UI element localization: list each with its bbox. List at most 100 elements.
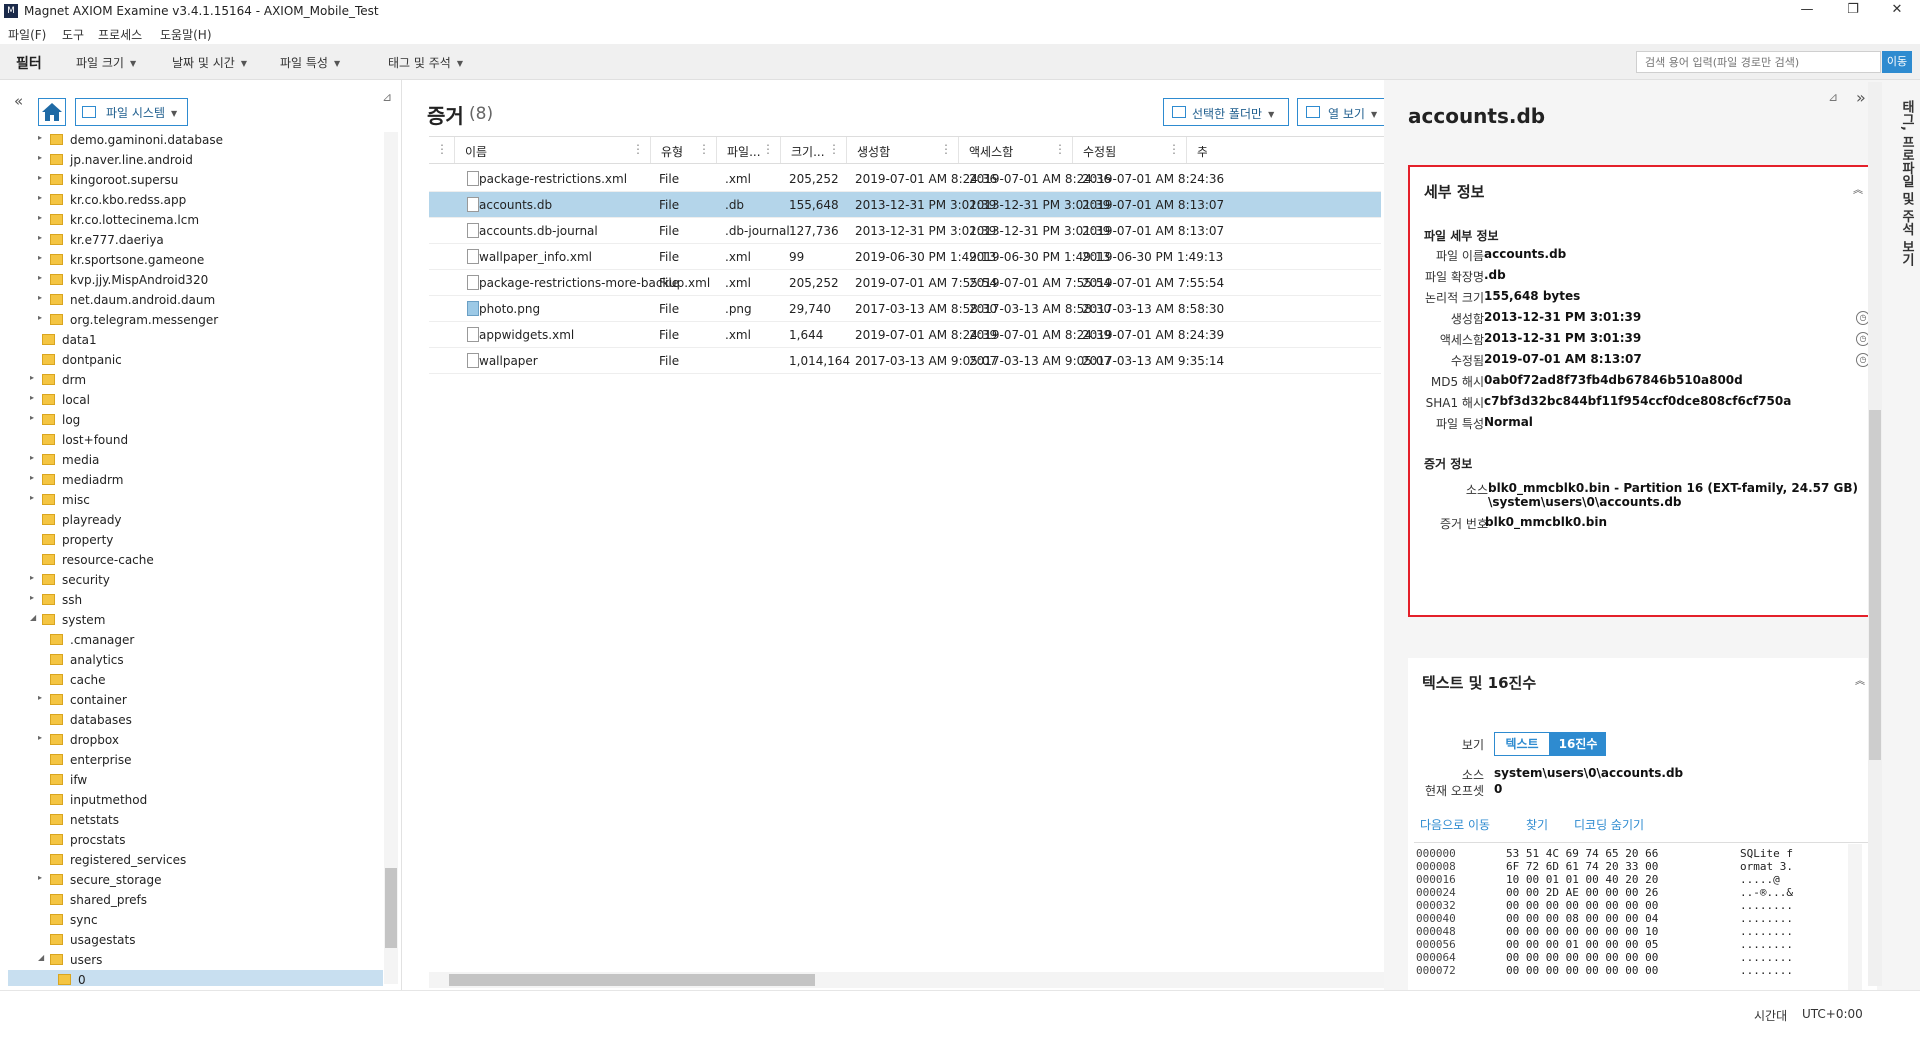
tree-item[interactable]: dontpanic (8, 350, 383, 370)
column-type[interactable]: 유형 ⋮ (651, 137, 717, 163)
tree-item[interactable]: ▸ dropbox (8, 730, 383, 750)
tree-item[interactable]: shared_prefs (8, 890, 383, 910)
tree-item[interactable]: analytics (8, 650, 383, 670)
tree-item[interactable]: databases (8, 710, 383, 730)
table-row[interactable]: appwidgets.xml File .xml 1,644 2019-07-01 AM… (429, 322, 1381, 348)
table-row[interactable]: package-restrictions.xml File .xml 205,252 2… (429, 166, 1381, 192)
search-go-button[interactable]: 이동 (1882, 51, 1912, 73)
table-scrollbar-thumb[interactable] (449, 974, 815, 986)
tree-item[interactable]: netstats (8, 810, 383, 830)
hex-view[interactable]: 000000 53 51 4C 69 74 65 20 66 SQLite f 000… (1414, 842, 1870, 990)
menu-file[interactable]: 파일(F) (8, 26, 46, 43)
tree-item[interactable]: data1 (8, 330, 383, 350)
expand-toggle-icon[interactable]: ▸ (38, 273, 42, 282)
tree-item[interactable]: ▸ kr.sportsone.gameone (8, 250, 383, 270)
home-button[interactable] (38, 98, 66, 126)
details-scrollbar-thumb[interactable] (1869, 410, 1881, 760)
column-accessed[interactable]: 액세스함 ⋮ (959, 137, 1073, 163)
expand-toggle-icon[interactable]: ▸ (30, 593, 34, 602)
tree-item[interactable]: ▸ jp.naver.line.android (8, 150, 383, 170)
tree-scrollbar[interactable] (384, 132, 398, 984)
minimize-button[interactable]: — (1784, 0, 1830, 22)
tree-item[interactable]: ▸ mediadrm (8, 470, 383, 490)
tree-item[interactable]: ▸ drm (8, 370, 383, 390)
expand-toggle-icon[interactable]: ▸ (30, 393, 34, 402)
tree-item[interactable]: ▸ security (8, 570, 383, 590)
tree-item[interactable]: ▸ local (8, 390, 383, 410)
tree-scrollbar-thumb[interactable] (385, 868, 397, 948)
column-size[interactable]: 크기... ⋮ (781, 137, 847, 163)
expand-toggle-icon[interactable]: ▸ (38, 873, 42, 882)
tree-item[interactable]: 0 (8, 970, 383, 986)
collapse-up-icon[interactable]: ︽ (1855, 672, 1865, 687)
timezone-value[interactable]: UTC+0:00 (1802, 1007, 1863, 1021)
find-link[interactable]: 찾기 (1526, 816, 1548, 833)
tree-item[interactable]: ▸ misc (8, 490, 383, 510)
tree-item[interactable]: ifw (8, 770, 383, 790)
expand-toggle-icon[interactable]: ▸ (38, 253, 42, 262)
column-name[interactable]: 이름 ⋮ (455, 137, 651, 163)
table-row[interactable]: wallpaper File 1,014,164 2017-03-13 AM 9:05… (429, 348, 1381, 374)
tree-item[interactable]: lost+found (8, 430, 383, 450)
table-row[interactable]: accounts.db File .db 155,648 2013-12-31 PM 3… (429, 192, 1381, 218)
tree-item[interactable]: property (8, 530, 383, 550)
expand-toggle-icon[interactable]: ▸ (30, 573, 34, 582)
expand-toggle-icon[interactable]: ▸ (38, 133, 42, 142)
tree-item[interactable]: ▸ log (8, 410, 383, 430)
tree-item[interactable]: ▸ net.daum.android.daum (8, 290, 383, 310)
text-tab[interactable]: 텍스트 (1494, 732, 1550, 756)
tree-item[interactable]: ▸ kingoroot.supersu (8, 170, 383, 190)
file-system-dropdown[interactable]: 파일 시스템 ▼ (75, 98, 188, 126)
table-row[interactable]: wallpaper_info.xml File .xml 99 2019-06-30 P… (429, 244, 1381, 270)
filter-tags-comments[interactable]: 태그 및 주석 ▼ (388, 54, 463, 71)
tree-item[interactable]: ▸ kvp.jjy.MispAndroid320 (8, 270, 383, 290)
tree-item[interactable]: ▸ kr.co.lottecinema.lcm (8, 210, 383, 230)
tree-item[interactable]: ▸ ssh (8, 590, 383, 610)
expand-toggle-icon[interactable]: ▸ (38, 213, 42, 222)
tree-item[interactable]: ▸ kr.e777.daeriya (8, 230, 383, 250)
expand-toggle-icon[interactable]: ▸ (38, 693, 42, 702)
tree-item[interactable]: usagestats (8, 930, 383, 950)
tree-item[interactable]: sync (8, 910, 383, 930)
expand-toggle-icon[interactable]: ▸ (38, 233, 42, 242)
column-view-button[interactable]: 열 보기 ▼ (1297, 98, 1385, 126)
table-row[interactable]: package-restrictions-more-backup.xml File… (429, 270, 1381, 296)
expand-panel-icon[interactable]: » (1856, 88, 1866, 107)
maximize-button[interactable]: ❐ (1830, 0, 1876, 22)
column-extension[interactable]: 파일... ⋮ (717, 137, 781, 163)
expand-toggle-icon[interactable]: ▸ (30, 493, 34, 502)
collapse-up-icon[interactable]: ︽ (1853, 181, 1863, 196)
tree-item[interactable]: ▸ kr.co.kbo.redss.app (8, 190, 383, 210)
tree-item[interactable]: ◢ users (8, 950, 383, 970)
filter-file-size[interactable]: 파일 크기 ▼ (76, 54, 136, 71)
tree-item[interactable]: ▸ demo.gaminoni.database (8, 130, 383, 150)
hex-tab[interactable]: 16진수 (1550, 732, 1606, 756)
table-row[interactable]: photo.png File .png 29,740 2017-03-13 AM 8:5… (429, 296, 1381, 322)
row-options-column[interactable]: ⋮ (429, 137, 455, 163)
collapse-panel-icon[interactable]: « (14, 92, 23, 110)
table-row[interactable]: accounts.db-journal File .db-journal 127,73… (429, 218, 1381, 244)
tree-item[interactable]: .cmanager (8, 630, 383, 650)
expand-toggle-icon[interactable]: ▸ (30, 453, 34, 462)
hex-scrollbar[interactable] (1848, 844, 1862, 990)
tree-item[interactable]: registered_services (8, 850, 383, 870)
selected-folder-only-button[interactable]: 선택한 폴더만 ▼ (1163, 98, 1289, 126)
tree-item[interactable]: ▸ secure_storage (8, 870, 383, 890)
menu-help[interactable]: 도움말(H) (160, 26, 212, 43)
filter-file-attributes[interactable]: 파일 특성 ▼ (280, 54, 340, 71)
expand-toggle-icon[interactable]: ◢ (30, 613, 36, 622)
hide-decoding-link[interactable]: 디코딩 숨기기 (1574, 816, 1644, 833)
menu-process[interactable]: 프로세스 (98, 26, 142, 43)
expand-toggle-icon[interactable]: ▸ (30, 473, 34, 482)
expand-toggle-icon[interactable]: ▸ (38, 153, 42, 162)
column-more[interactable]: 추 (1187, 137, 1207, 163)
tree-item[interactable]: ▸ container (8, 690, 383, 710)
tree-item[interactable]: inputmethod (8, 790, 383, 810)
expand-toggle-icon[interactable]: ▸ (38, 173, 42, 182)
tags-profiles-comments-tab[interactable]: 태그, 프로파일 및 주석 보기 (1894, 100, 1916, 400)
expand-toggle-icon[interactable]: ◢ (38, 953, 44, 962)
close-button[interactable]: ✕ (1874, 0, 1920, 22)
expand-toggle-icon[interactable]: ▸ (38, 193, 42, 202)
menu-tools[interactable]: 도구 (62, 26, 84, 43)
tree-item[interactable]: enterprise (8, 750, 383, 770)
